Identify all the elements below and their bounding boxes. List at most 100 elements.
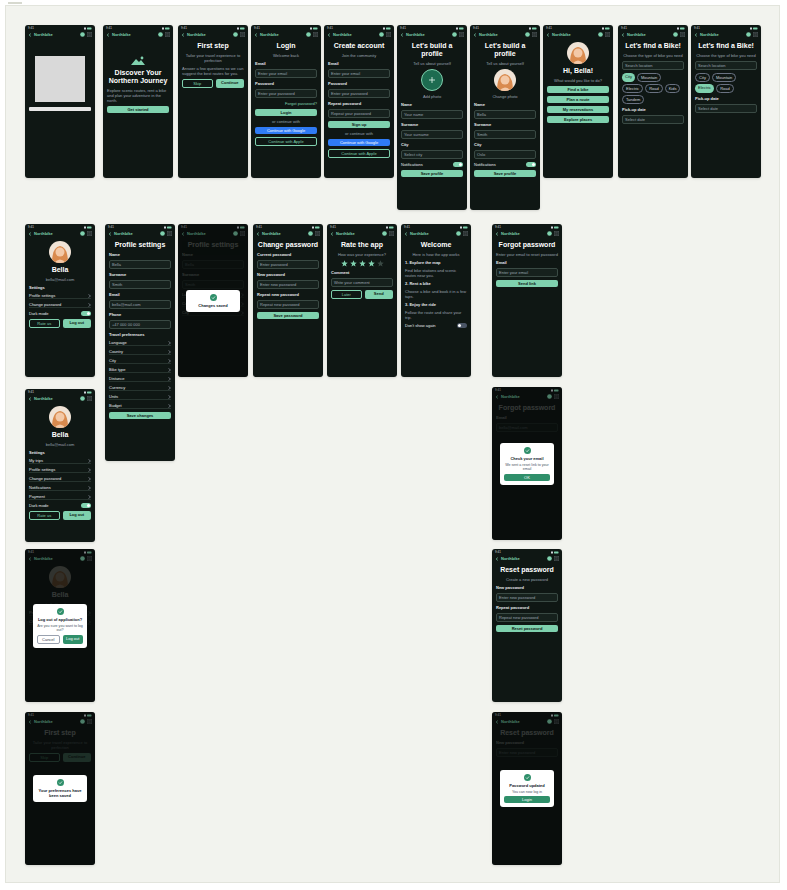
filter-chip[interactable]: Kids <box>665 84 681 93</box>
text-field[interactable]: Write your comment <box>331 278 393 287</box>
text-field[interactable]: Repeat your password <box>328 109 390 118</box>
action-button[interactable]: Save profile <box>474 170 536 177</box>
action-button[interactable]: Continue with Google <box>255 127 317 134</box>
modal-button[interactable]: OK <box>504 474 550 481</box>
action-button[interactable]: Skip <box>182 79 213 88</box>
action-button[interactable]: Continue with Apple <box>328 149 390 158</box>
toggle-switch[interactable] <box>81 311 91 316</box>
menu-item[interactable]: My trips <box>29 458 91 464</box>
menu-item[interactable]: Bike type <box>109 367 171 373</box>
toggle-row[interactable]: Notifications <box>474 162 536 167</box>
text-field[interactable]: Oslo <box>474 150 536 159</box>
text-field[interactable]: Enter your password <box>255 89 317 98</box>
action-button[interactable]: Save profile <box>401 170 463 177</box>
text-link[interactable]: Forgot password? <box>255 101 317 106</box>
filter-chip[interactable]: Road <box>716 84 734 93</box>
text-field[interactable]: Smith <box>109 280 171 289</box>
action-button[interactable]: Send link <box>496 280 558 287</box>
text-field[interactable]: Select date <box>622 115 684 124</box>
action-button[interactable]: Continue with Apple <box>255 137 317 146</box>
avatar[interactable] <box>494 69 516 91</box>
toggle-switch[interactable] <box>457 323 467 328</box>
menu-item[interactable]: Change password <box>29 476 91 482</box>
menu-item[interactable]: Notifications <box>29 485 91 491</box>
avatar[interactable] <box>567 42 589 64</box>
text-field[interactable]: Select city <box>401 150 463 159</box>
text-field[interactable]: Enter your email <box>255 69 317 78</box>
menu-item[interactable]: Payment <box>29 494 91 500</box>
menu-item[interactable]: Distance <box>109 376 171 382</box>
menu-item[interactable]: Units <box>109 394 171 400</box>
action-button[interactable]: Plan a route <box>547 96 609 103</box>
avatar[interactable] <box>421 69 443 91</box>
action-button[interactable]: Reset password <box>496 625 558 632</box>
filter-chip[interactable]: Road <box>645 84 663 93</box>
action-button[interactable]: Save password <box>257 312 319 319</box>
filter-chip[interactable]: Electric <box>622 84 643 93</box>
menu-item[interactable]: Profile settings <box>29 467 91 473</box>
text-field[interactable]: Repeat new password <box>257 300 319 309</box>
text-field[interactable]: Enter new password <box>496 593 558 602</box>
menu-item[interactable]: Currency <box>109 385 171 391</box>
action-button[interactable]: Find a bike <box>547 86 609 93</box>
input-bar[interactable] <box>29 107 91 111</box>
action-button[interactable]: Save changes <box>109 412 171 419</box>
action-button[interactable]: Rate us <box>29 511 60 520</box>
action-button[interactable]: Log out <box>63 511 92 520</box>
text-field[interactable]: Bella <box>474 110 536 119</box>
action-button[interactable]: Later <box>331 290 362 299</box>
text-field[interactable]: Enter your email <box>328 69 390 78</box>
text-field[interactable]: Your name <box>401 110 463 119</box>
filter-chip[interactable]: Mountain <box>637 73 661 82</box>
text-field[interactable]: Enter new password <box>257 280 319 289</box>
action-button[interactable]: Continue with Google <box>328 139 390 146</box>
text-field[interactable]: Smith <box>474 130 536 139</box>
text-field[interactable]: Enter password <box>257 260 319 269</box>
menu-item[interactable]: City <box>109 358 171 364</box>
star-rating[interactable] <box>331 260 393 267</box>
toggle-switch[interactable] <box>453 162 463 167</box>
status-time: 9:41 <box>28 26 34 30</box>
action-button[interactable]: Explore places <box>547 116 609 123</box>
text-field[interactable]: Bella <box>109 260 171 269</box>
text-field[interactable]: Search location <box>622 61 684 70</box>
toggle-switch[interactable] <box>526 162 536 167</box>
filter-chip[interactable]: City <box>622 73 635 82</box>
menu-item[interactable]: Language <box>109 340 171 346</box>
filter-chip[interactable]: Electric <box>695 84 714 93</box>
action-button[interactable]: Log out <box>63 319 92 328</box>
toggle-row[interactable]: Don't show again <box>405 323 467 328</box>
filter-chip[interactable]: Tandem <box>622 95 644 104</box>
menu-item[interactable]: Country <box>109 349 171 355</box>
text-field[interactable]: bella@mail.com <box>109 300 171 309</box>
text-field[interactable]: Repeat new password <box>496 613 558 622</box>
action-button[interactable]: My reservations <box>547 106 609 113</box>
modal-button[interactable]: Login <box>504 796 550 803</box>
text-field[interactable]: Select date <box>695 104 757 113</box>
action-button[interactable]: Login <box>255 109 317 116</box>
toggle-row[interactable]: Dark mode <box>29 311 91 316</box>
modal-dialog: Password updatedYou can now log inLogin <box>500 770 554 808</box>
action-button[interactable]: Rate us <box>29 319 60 328</box>
toggle-row[interactable]: Notifications <box>401 162 463 167</box>
text-field[interactable]: Enter your email <box>496 268 558 277</box>
menu-item[interactable]: Profile settings <box>29 293 91 299</box>
modal-button[interactable]: Log out <box>63 635 84 644</box>
action-button[interactable]: Get started <box>107 106 169 113</box>
avatar[interactable] <box>49 406 71 428</box>
action-button[interactable]: Sign up <box>328 121 390 128</box>
toggle-row[interactable]: Dark mode <box>29 503 91 508</box>
text-field[interactable]: +47 000 00 000 <box>109 320 171 329</box>
menu-item[interactable]: Budget <box>109 403 171 409</box>
toggle-switch[interactable] <box>81 503 91 508</box>
filter-chip[interactable]: City <box>695 73 710 82</box>
action-button[interactable]: Continue <box>216 79 245 88</box>
action-button[interactable]: Send <box>365 290 394 299</box>
filter-chip[interactable]: Mountain <box>712 73 736 82</box>
text-field[interactable]: Search location <box>695 61 757 70</box>
text-field[interactable]: Enter your password <box>328 89 390 98</box>
modal-button[interactable]: Cancel <box>37 635 60 644</box>
avatar[interactable] <box>49 241 71 263</box>
menu-item[interactable]: Change password <box>29 302 91 308</box>
text-field[interactable]: Your surname <box>401 130 463 139</box>
